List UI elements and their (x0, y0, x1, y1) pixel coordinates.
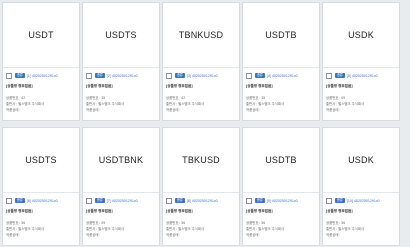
status-badge: 종류 (15, 73, 25, 78)
select-checkbox[interactable] (166, 72, 172, 79)
card-symbol: TBNKUSD (178, 30, 224, 40)
card-code-link[interactable]: [10] 40202501291x0 (347, 199, 380, 203)
status-badge: 종류 (175, 198, 185, 203)
card-thumbnail[interactable]: USDK (323, 128, 399, 193)
card-code-link[interactable]: [2] 40202501291x0 (107, 74, 138, 78)
select-checkbox[interactable] (326, 72, 332, 79)
card-meta: 종류 [6] 40202501291x0 [상품명 정보없음] 상품번호 : 3… (3, 193, 79, 238)
card-meta: 종류 [5] 40202501291x0 [상품명 정보없음] 상품번호 : 0… (323, 68, 399, 113)
card-line-3: 작품상태 : (6, 108, 21, 112)
product-card[interactable]: USDTB 종류 [4] 40202501291x0 [상품명 정보없음] 상품… (242, 2, 320, 121)
card-thumbnail[interactable]: USDTB (243, 3, 319, 68)
product-card[interactable]: USDTB 종류 [9] 40202501291x0 [상품명 정보없음] 상품… (242, 127, 320, 246)
product-card[interactable]: USDTBNK 종류 [7] 40202501291x0 [상품명 정보없음] … (82, 127, 160, 246)
select-checkbox[interactable] (6, 72, 12, 79)
card-thumbnail[interactable]: TBKUSD (163, 128, 239, 193)
product-card[interactable]: USDT 종류 [1] 40202501291x0 [상품명 정보없음] 상품번… (2, 2, 80, 121)
card-header-row: 종류 [7] 40202501291x0 (86, 196, 156, 205)
status-badge: 종류 (335, 198, 345, 203)
card-thumbnail[interactable]: USDTBNK (83, 128, 159, 193)
card-header-row: 종류 [4] 40202501291x0 (246, 71, 316, 80)
card-thumbnail[interactable]: USDTS (3, 128, 79, 193)
card-header-row: 종류 [6] 40202501291x0 (6, 196, 76, 205)
card-meta: 종류 [2] 40202501291x0 [상품명 정보없음] 상품번호 : 3… (83, 68, 159, 113)
card-code-link[interactable]: [5] 40202501291x0 (347, 74, 378, 78)
card-meta: 종류 [1] 40202501291x0 [상품명 정보없음] 상품번호 : 4… (3, 68, 79, 113)
select-checkbox[interactable] (166, 197, 172, 204)
card-header-row: 종류 [10] 40202501291x0 (326, 196, 396, 205)
card-line-3: 작품상태 : (6, 233, 21, 237)
card-code-link[interactable]: [6] 40202501291x0 (27, 199, 58, 203)
card-code-link[interactable]: [4] 40202501291x0 (267, 74, 298, 78)
card-symbol: USDTB (265, 30, 297, 40)
card-meta: 종류 [10] 40202501291x0 [상품명 정보없음] 상품번호 : … (323, 193, 399, 238)
card-line-3: 작품상태 : (246, 233, 261, 237)
product-card[interactable]: TBKUSD 종류 [8] 40202501291x0 [상품명 정보없음] 상… (162, 127, 240, 246)
card-line-3: 작품상태 : (246, 108, 261, 112)
card-code-link[interactable]: [7] 40202501291x0 (107, 199, 138, 203)
card-meta: 종류 [7] 40202501291x0 [상품명 정보없음] 상품번호 : 0… (83, 193, 159, 238)
select-checkbox[interactable] (6, 197, 12, 204)
card-header-row: 종류 [8] 40202501291x0 (166, 196, 236, 205)
select-checkbox[interactable] (326, 197, 332, 204)
select-checkbox[interactable] (86, 197, 92, 204)
card-line-3: 작품상태 : (166, 233, 181, 237)
card-header-row: 종류 [5] 40202501291x0 (326, 71, 396, 80)
card-code-link[interactable]: [3] 40202501291x0 (187, 74, 218, 78)
select-checkbox[interactable] (246, 197, 252, 204)
card-meta: 종류 [4] 40202501291x0 [상품명 정보없음] 상품번호 : 3… (243, 68, 319, 113)
product-card[interactable]: USDK 종류 [5] 40202501291x0 [상품명 정보없음] 상품번… (322, 2, 400, 121)
card-header-row: 종류 [3] 40202501291x0 (166, 71, 236, 80)
card-code-link[interactable]: [1] 40202501291x0 (27, 74, 58, 78)
card-meta: 종류 [3] 40202501291x0 [상품명 정보없음] 상품번호 : 4… (163, 68, 239, 113)
card-line-3: 작품상태 : (326, 108, 341, 112)
card-line-3: 작품상태 : (86, 233, 101, 237)
card-line-3: 작품상태 : (326, 233, 341, 237)
card-code-link[interactable]: [8] 40202501291x0 (187, 199, 218, 203)
product-card[interactable]: USDTS 종류 [6] 40202501291x0 [상품명 정보없음] 상품… (2, 127, 80, 246)
status-badge: 종류 (95, 73, 105, 78)
card-symbol: USDT (28, 30, 54, 40)
card-thumbnail[interactable]: TBNKUSD (163, 3, 239, 68)
card-thumbnail[interactable]: USDK (323, 3, 399, 68)
card-line-3: 작품상태 : (86, 108, 101, 112)
status-badge: 종류 (255, 73, 265, 78)
card-symbol: TBKUSD (182, 155, 220, 165)
status-badge: 종류 (255, 198, 265, 203)
product-card[interactable]: USDK 종류 [10] 40202501291x0 [상품명 정보없음] 상품… (322, 127, 400, 246)
card-header-row: 종류 [2] 40202501291x0 (86, 71, 156, 80)
card-meta: 종류 [8] 40202501291x0 [상품명 정보없음] 상품번호 : 3… (163, 193, 239, 238)
card-code-link[interactable]: [9] 40202501291x0 (267, 199, 298, 203)
product-card[interactable]: TBNKUSD 종류 [3] 40202501291x0 [상품명 정보없음] … (162, 2, 240, 121)
status-badge: 종류 (335, 73, 345, 78)
card-header-row: 종류 [9] 40202501291x0 (246, 196, 316, 205)
select-checkbox[interactable] (246, 72, 252, 79)
card-symbol: USDTBNK (98, 155, 144, 165)
card-symbol: USDTS (105, 30, 137, 40)
card-line-3: 작품상태 : (166, 108, 181, 112)
card-symbol: USDK (348, 30, 374, 40)
card-grid: USDT 종류 [1] 40202501291x0 [상품명 정보없음] 상품번… (0, 0, 410, 247)
card-meta: 종류 [9] 40202501291x0 [상품명 정보없음] 상품번호 : 3… (243, 193, 319, 238)
card-thumbnail[interactable]: USDT (3, 3, 79, 68)
status-badge: 종류 (95, 198, 105, 203)
status-badge: 종류 (175, 73, 185, 78)
card-header-row: 종류 [1] 40202501291x0 (6, 71, 76, 80)
status-badge: 종류 (15, 198, 25, 203)
card-symbol: USDTS (25, 155, 57, 165)
card-thumbnail[interactable]: USDTS (83, 3, 159, 68)
card-symbol: USDTB (265, 155, 297, 165)
product-card[interactable]: USDTS 종류 [2] 40202501291x0 [상품명 정보없음] 상품… (82, 2, 160, 121)
select-checkbox[interactable] (86, 72, 92, 79)
card-thumbnail[interactable]: USDTB (243, 128, 319, 193)
card-symbol: USDK (348, 155, 374, 165)
